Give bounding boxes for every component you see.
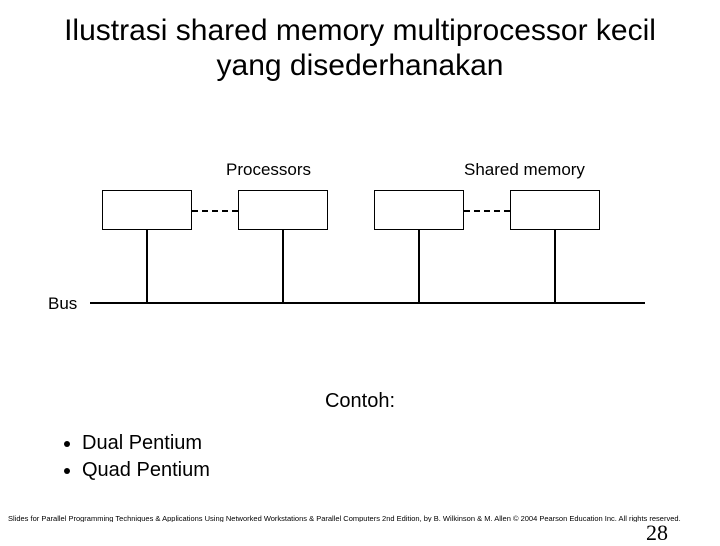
- bus-connector: [418, 230, 420, 302]
- processors-label: Processors: [226, 160, 311, 180]
- list-item: Quad Pentium: [82, 457, 210, 484]
- example-heading: Contoh:: [0, 390, 720, 413]
- example-list: Dual Pentium Quad Pentium: [60, 430, 210, 484]
- architecture-diagram: Processors Shared memory Bus: [60, 160, 660, 330]
- bus-connector: [282, 230, 284, 302]
- list-item: Dual Pentium: [82, 430, 210, 457]
- memory-box: [510, 190, 600, 230]
- bus-line: [90, 302, 645, 304]
- processor-box: [102, 190, 192, 230]
- continuation-dash: [192, 210, 238, 212]
- bus-connector: [146, 230, 148, 302]
- bus-connector: [554, 230, 556, 302]
- page-number: 28: [646, 520, 668, 546]
- shared-memory-label: Shared memory: [464, 160, 585, 180]
- bus-label: Bus: [48, 294, 77, 314]
- memory-box: [374, 190, 464, 230]
- processor-box: [238, 190, 328, 230]
- slide-title: Ilustrasi shared memory multiprocessor k…: [0, 0, 720, 83]
- footer-credit: Slides for Parallel Programming Techniqu…: [8, 515, 712, 523]
- continuation-dash: [464, 210, 510, 212]
